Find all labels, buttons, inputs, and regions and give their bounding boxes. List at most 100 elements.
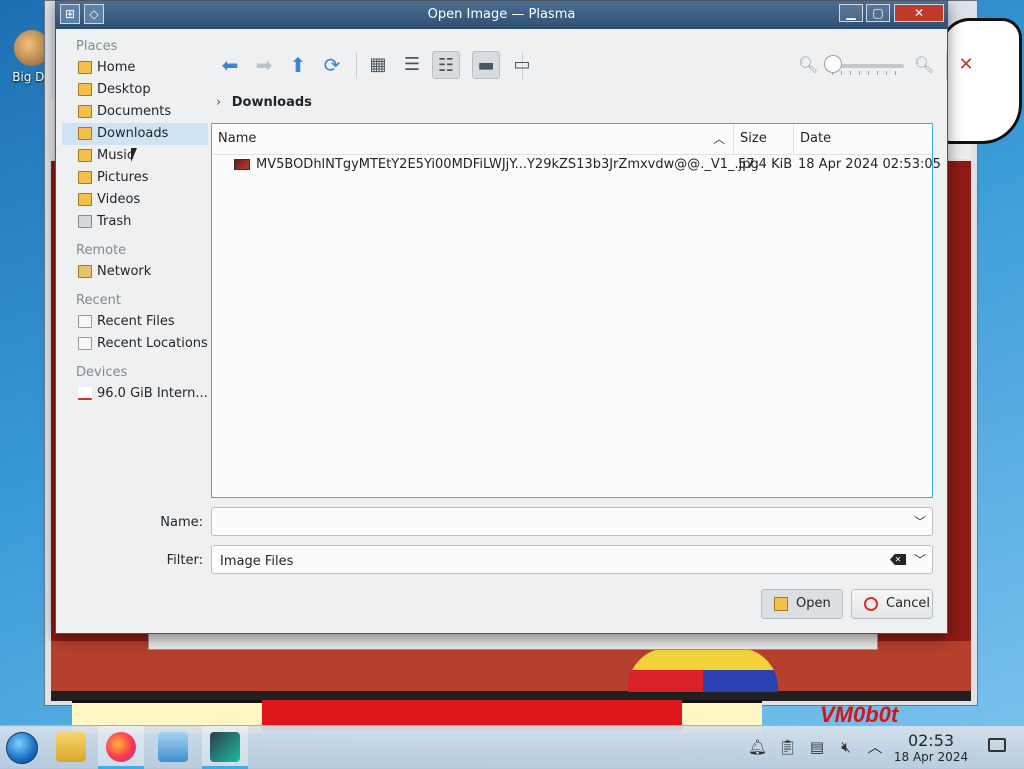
places-item[interactable]: Downloads [62,123,208,145]
places-item[interactable]: Trash [62,211,208,233]
toolbar: 🔍︎ 🔍︎ ✕ ⬅ ➡ ⬆ ⟳ ▦ ☰ ☷ ▬ ▭ [216,47,974,83]
folder-open-icon [774,597,788,611]
zoom-out-icon[interactable]: 🔍︎ [794,51,822,79]
places-item[interactable]: Network [62,261,208,283]
file-name: MV5BODhlNTgyMTEtY2E5Yi00MDFiLWJjY...Y29k… [256,157,759,172]
clock-time: 02:53 [907,731,955,750]
documents-folder-icon [78,105,92,118]
cancel-button[interactable]: Cancel [851,589,933,619]
home-folder-icon [78,61,92,74]
chevron-down-icon[interactable]: ﹀ [914,551,926,568]
file-size: 57.4 KiB [738,157,793,172]
network-folder-icon [78,265,92,278]
chevron-down-icon[interactable]: ﹀ [914,513,926,530]
cancel-button-label: Cancel [886,596,931,611]
taskbar-file-manager[interactable] [48,726,94,769]
places-item-label: Downloads [97,126,169,141]
places-item[interactable]: Recent Locations [62,333,208,355]
back-arrow-icon[interactable]: ⬅ [216,51,244,79]
chevron-up-icon[interactable]: ︿ [866,738,884,756]
places-item-label: Videos [97,192,141,207]
panel-icon[interactable]: ▭ [508,51,536,79]
image-app-icon [210,732,240,762]
places-item[interactable]: Pictures [62,167,208,189]
filter-label: Filter: [166,553,203,568]
preview-icon[interactable]: ▬ [472,51,500,79]
places-item-label: Recent Files [97,314,175,329]
mouse-cursor [131,148,137,162]
cancel-icon [864,597,878,611]
zoom-slider-track[interactable] [832,64,904,68]
filter-input[interactable] [218,550,882,572]
places-item-label: Desktop [97,82,151,97]
taskbar-image-app[interactable] [202,726,248,769]
show-desktop-button[interactable] [988,738,1006,752]
minimize-button[interactable]: ▁ [839,4,863,22]
volume-muted-icon[interactable]: 🔇︎ [837,738,855,756]
name-label: Name: [160,515,203,530]
clear-text-icon[interactable]: ✕ [890,554,906,565]
places-item[interactable]: 96.0 GiB Intern... [62,383,208,405]
column-header-name[interactable]: Name ︿ [212,124,734,154]
places-spacer [62,405,208,411]
pictures-folder-icon [78,171,92,184]
chevron-right-icon: › [216,95,222,110]
device-icon[interactable]: ▤ [808,738,826,756]
zoom-slider-ticks [832,71,904,75]
downloads-folder-icon [78,127,92,140]
places-item-label: 96.0 GiB Intern... [97,386,208,401]
clock-date: 18 Apr 2024 [893,750,969,764]
file-row[interactable]: MV5BODhlNTgyMTEtY2E5Yi00MDFiLWJjY...Y29k… [212,154,941,176]
zoom-in-icon[interactable]: 🔍︎ [910,51,938,79]
places-item[interactable]: Desktop [62,79,208,101]
places-item-label: Documents [97,104,172,119]
compact-view-icon[interactable]: ☰ [398,51,426,79]
toolbar-separator [356,53,357,79]
maximize-button[interactable]: ▢ [866,4,890,22]
forward-arrow-icon[interactable]: ➡ [250,51,278,79]
name-combobox[interactable]: ﹀ [211,507,933,536]
icon-view-icon[interactable]: ▦ [364,51,392,79]
breadcrumb[interactable]: › Downloads [216,95,312,115]
places-item[interactable]: Videos [62,189,208,211]
column-header-date[interactable]: Date [794,124,932,154]
places-section-header: Remote [76,243,127,258]
close-button[interactable]: ✕ [894,4,944,22]
options-icon[interactable]: ✕ [952,51,980,79]
recent-locations-icon [78,337,92,350]
places-item[interactable]: Recent Files [62,311,208,333]
breadcrumb-current[interactable]: Downloads [232,95,312,110]
folder-icon [56,732,86,762]
clipboard-icon[interactable]: 📋︎ [778,738,797,756]
column-header-size[interactable]: Size [734,124,794,154]
places-item-label: Pictures [97,170,149,185]
filter-combobox[interactable]: ✕ ﹀ [211,545,933,574]
start-menu-button[interactable] [6,732,38,764]
desktop-folder-icon [78,83,92,96]
places-item-label: Home [97,60,136,75]
name-input[interactable] [218,512,882,534]
notifications-icon[interactable]: 🔔︎ [748,738,767,756]
places-item[interactable]: Documents [62,101,208,123]
file-list[interactable]: Name ︿ Size Date MV5BODhlNTgyMTEtY2E5Yi0… [211,123,941,498]
trash-icon [78,215,92,228]
up-arrow-icon[interactable]: ⬆ [284,51,312,79]
places-item[interactable]: Home [62,57,208,79]
title-bar[interactable]: ⊞ ◇ Open Image — Plasma ▁ ▢ ✕ [56,1,947,29]
taskbar-firefox[interactable] [98,726,144,769]
image-file-icon [234,159,250,170]
sort-ascending-icon: ︿ [712,132,725,146]
zoom-slider-handle[interactable] [824,55,842,73]
taskbar-system-settings[interactable] [150,726,196,769]
videos-folder-icon [78,193,92,206]
places-panel: Places Home Desktop Documents Downloads Music… [62,35,208,505]
file-date: 18 Apr 2024 02:53:05 [798,157,941,172]
firefox-icon [106,732,136,762]
reload-icon[interactable]: ⟳ [318,51,346,79]
places-section-header: Places [76,39,118,54]
clock[interactable]: 02:53 18 Apr 2024 [890,731,972,765]
places-item-label: Trash [97,214,132,229]
detail-view-icon[interactable]: ☷ [432,51,460,79]
open-button[interactable]: Open [761,589,843,619]
places-item-label: Network [97,264,152,279]
